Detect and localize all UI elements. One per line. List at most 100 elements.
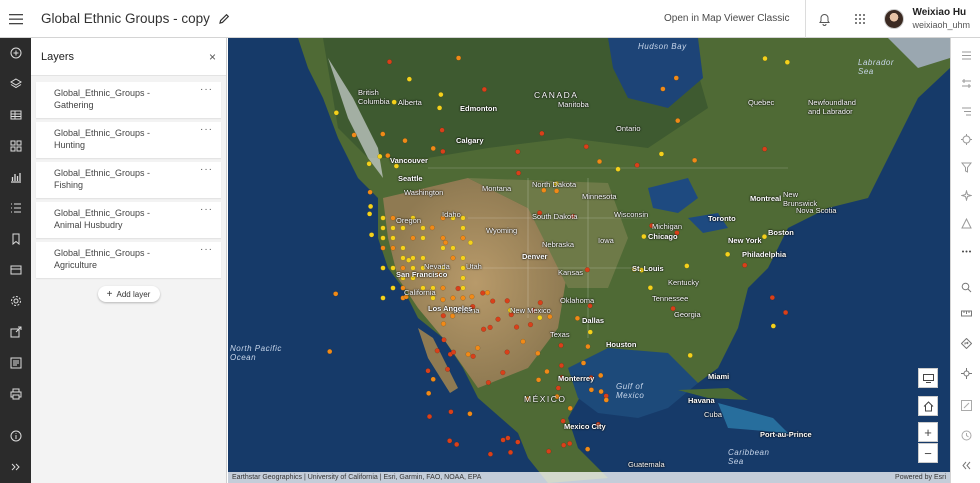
- ethnic-group-point[interactable]: [588, 387, 594, 393]
- more-options-icon[interactable]: ···: [200, 245, 213, 278]
- layer-item-animal-husbandry[interactable]: Global_Ethnic_Groups - Animal Husbudry ·…: [36, 202, 221, 238]
- legend-icon[interactable]: [0, 135, 31, 157]
- ethnic-group-point[interactable]: [567, 405, 573, 411]
- print-icon[interactable]: [0, 383, 31, 405]
- powered-by-text[interactable]: Powered by Esri: [895, 474, 946, 481]
- ethnic-group-point[interactable]: [460, 225, 466, 231]
- ethnic-group-point[interactable]: [484, 290, 491, 296]
- ethnic-group-point[interactable]: [537, 300, 543, 306]
- ethnic-group-point[interactable]: [426, 390, 432, 396]
- zoom-out-button[interactable]: −: [918, 443, 938, 463]
- ethnic-group-point[interactable]: [445, 366, 451, 372]
- ethnic-group-point[interactable]: [641, 233, 647, 240]
- ethnic-group-point[interactable]: [440, 313, 446, 319]
- ethnic-group-point[interactable]: [420, 255, 426, 261]
- ethnic-group-point[interactable]: [436, 105, 443, 111]
- ethnic-group-point[interactable]: [380, 245, 386, 251]
- expand-icon[interactable]: [0, 456, 31, 478]
- ethnic-group-point[interactable]: [460, 235, 466, 241]
- filter-list-icon[interactable]: [951, 100, 980, 122]
- ethnic-group-point[interactable]: [769, 295, 775, 301]
- ethnic-group-point[interactable]: [500, 369, 506, 376]
- add-icon[interactable]: [0, 42, 31, 64]
- ethnic-group-point[interactable]: [440, 297, 446, 303]
- ethnic-group-point[interactable]: [440, 148, 446, 155]
- ethnic-group-point[interactable]: [460, 285, 466, 291]
- ethnic-group-point[interactable]: [333, 110, 339, 116]
- ethnic-group-point[interactable]: [580, 360, 587, 366]
- ethnic-group-point[interactable]: [380, 215, 386, 221]
- ethnic-group-point[interactable]: [380, 225, 386, 231]
- ethnic-group-point[interactable]: [544, 368, 550, 375]
- embed-icon[interactable]: [0, 352, 31, 374]
- ethnic-group-point[interactable]: [598, 388, 604, 395]
- time-icon[interactable]: [951, 424, 980, 446]
- ethnic-group-point[interactable]: [507, 449, 514, 456]
- directions-icon[interactable]: [951, 332, 980, 354]
- ethnic-group-point[interactable]: [400, 255, 406, 261]
- ethnic-group-point[interactable]: [438, 92, 444, 98]
- ethnic-group-point[interactable]: [725, 251, 731, 257]
- ethnic-group-point[interactable]: [504, 298, 510, 304]
- ethnic-group-point[interactable]: [687, 352, 693, 358]
- ethnic-group-point[interactable]: [675, 118, 681, 124]
- share-icon[interactable]: [0, 321, 31, 343]
- ethnic-group-point[interactable]: [390, 235, 396, 241]
- ethnic-group-point[interactable]: [380, 131, 386, 137]
- layers-icon[interactable]: [0, 73, 31, 95]
- ethnic-group-point[interactable]: [481, 326, 487, 332]
- more-options-icon[interactable]: ···: [200, 205, 213, 238]
- ethnic-group-point[interactable]: [470, 353, 476, 359]
- ethnic-group-point[interactable]: [400, 245, 406, 251]
- ethnic-group-point[interactable]: [450, 349, 457, 355]
- ethnic-group-point[interactable]: [467, 240, 474, 246]
- ethnic-group-point[interactable]: [429, 225, 435, 231]
- ethnic-group-point[interactable]: [520, 338, 526, 345]
- ethnic-group-point[interactable]: [390, 215, 396, 221]
- ethnic-group-point[interactable]: [386, 59, 393, 65]
- ethnic-group-point[interactable]: [762, 146, 768, 152]
- ethnic-group-point[interactable]: [454, 441, 460, 448]
- pencil-icon[interactable]: [218, 13, 230, 25]
- zoom-in-button[interactable]: +: [918, 422, 938, 442]
- ethnic-group-point[interactable]: [515, 149, 521, 155]
- ethnic-group-point[interactable]: [513, 324, 520, 330]
- ethnic-group-point[interactable]: [658, 151, 665, 157]
- ethnic-group-point[interactable]: [554, 188, 560, 194]
- ethnic-group-point[interactable]: [455, 285, 461, 292]
- screen-icon[interactable]: [918, 368, 938, 388]
- ethnic-group-point[interactable]: [440, 285, 446, 291]
- more-options-icon[interactable]: ···: [200, 125, 213, 158]
- ethnic-group-point[interactable]: [406, 76, 412, 82]
- ethnic-group-point[interactable]: [500, 437, 506, 443]
- ethnic-group-point[interactable]: [367, 189, 373, 195]
- bell-icon[interactable]: [806, 0, 842, 38]
- ethnic-group-point[interactable]: [742, 262, 748, 268]
- ethnic-group-point[interactable]: [469, 294, 475, 300]
- properties-icon[interactable]: [951, 44, 980, 66]
- ethnic-group-point[interactable]: [504, 349, 510, 355]
- ethnic-group-point[interactable]: [535, 377, 542, 383]
- ethnic-group-point[interactable]: [425, 368, 431, 374]
- more-options-icon[interactable]: ···: [200, 85, 213, 118]
- ethnic-group-point[interactable]: [603, 397, 609, 403]
- ethnic-group-point[interactable]: [430, 376, 436, 382]
- ethnic-group-point[interactable]: [366, 161, 372, 167]
- ethnic-group-point[interactable]: [574, 315, 581, 321]
- user-menu[interactable]: Weixiao Hu weixiaoh_uhm: [884, 7, 970, 30]
- ethnic-group-point[interactable]: [400, 225, 406, 231]
- location-icon[interactable]: [951, 362, 980, 384]
- menu-icon[interactable]: [0, 0, 31, 38]
- ethnic-group-point[interactable]: [380, 265, 386, 271]
- ethnic-group-point[interactable]: [539, 130, 545, 136]
- ethnic-group-point[interactable]: [660, 86, 666, 92]
- ethnic-group-point[interactable]: [367, 211, 373, 217]
- layer-item-hunting[interactable]: Global_Ethnic_Groups - Hunting ···: [36, 122, 221, 158]
- map-view[interactable]: CANADA MÉXICO Gulf of Mexico Labrador Se…: [228, 38, 950, 483]
- ethnic-group-point[interactable]: [546, 448, 552, 454]
- ethnic-group-point[interactable]: [455, 55, 462, 61]
- bookmark-icon[interactable]: [0, 228, 31, 250]
- ethnic-group-point[interactable]: [784, 59, 790, 65]
- ethnic-group-point[interactable]: [390, 225, 396, 231]
- ethnic-group-point[interactable]: [467, 411, 473, 417]
